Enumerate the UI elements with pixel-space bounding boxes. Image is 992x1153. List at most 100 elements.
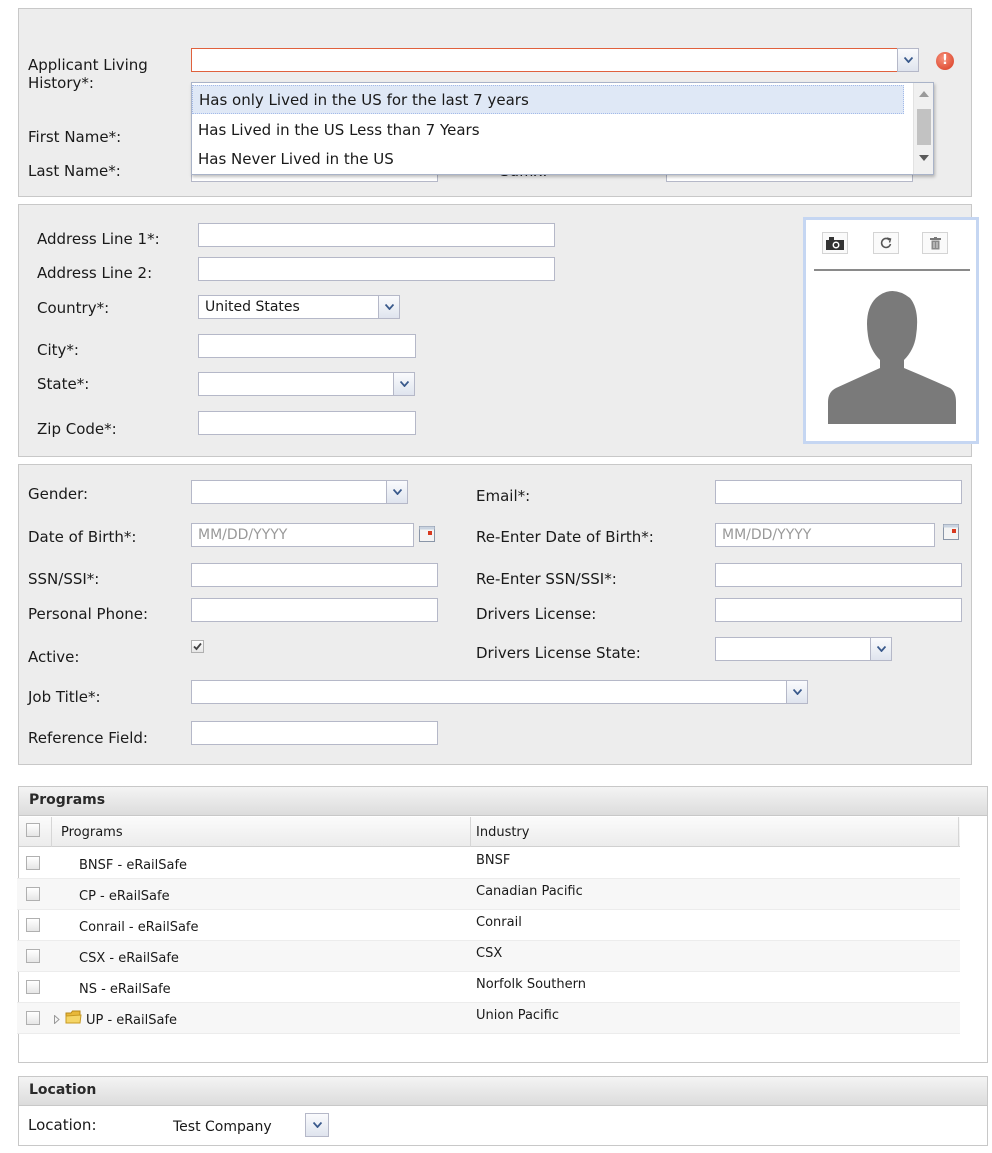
gender-field[interactable] — [191, 480, 386, 504]
location-label: Location: — [28, 1116, 97, 1134]
email-field[interactable] — [715, 480, 962, 504]
license-field[interactable] — [715, 598, 962, 622]
select-all-checkbox[interactable] — [26, 823, 40, 837]
scroll-up-icon[interactable] — [919, 91, 929, 97]
chevron-down-icon — [384, 304, 394, 310]
col-industry-header[interactable]: Industry — [476, 817, 529, 848]
job-title-trigger[interactable] — [786, 680, 808, 704]
license-state-label: Drivers License State: — [476, 644, 641, 662]
redob-date-trigger[interactable] — [941, 521, 961, 543]
reference-field[interactable] — [191, 721, 438, 745]
country-field[interactable]: United States — [198, 295, 378, 319]
living-history-field[interactable] — [191, 48, 897, 72]
job-title-combo[interactable] — [191, 680, 808, 704]
error-icon: ! — [936, 52, 954, 70]
program-name: Conrail - eRailSafe — [79, 920, 199, 935]
delete-photo-button[interactable] — [922, 232, 948, 254]
location-body — [18, 1106, 988, 1146]
table-row[interactable]: NS - eRailSafe Norfolk Southern — [17, 972, 960, 1003]
city-field[interactable] — [198, 334, 416, 358]
camera-button[interactable] — [822, 232, 848, 254]
table-row[interactable]: Conrail - eRailSafe Conrail — [17, 910, 960, 941]
dob-date-trigger[interactable] — [417, 523, 437, 545]
gender-trigger[interactable] — [386, 480, 408, 504]
program-name: NS - eRailSafe — [79, 982, 171, 997]
gender-combo[interactable] — [191, 480, 408, 504]
reference-label: Reference Field: — [28, 729, 148, 747]
industry-name: Conrail — [476, 915, 522, 930]
dropdown-option[interactable]: Has only Lived in the US for the last 7 … — [192, 85, 904, 114]
living-history-label: Applicant Living History*: — [28, 56, 148, 92]
row-checkbox[interactable] — [26, 980, 40, 994]
state-trigger[interactable] — [393, 372, 415, 396]
license-state-trigger[interactable] — [870, 637, 892, 661]
license-state-combo[interactable] — [715, 637, 892, 661]
ressn-field[interactable] — [715, 563, 962, 587]
gender-label: Gender: — [28, 485, 89, 503]
row-checkbox[interactable] — [26, 887, 40, 901]
address-line1-field[interactable] — [198, 223, 555, 247]
ressn-label: Re-Enter SSN/SSI*: — [476, 570, 617, 588]
location-panel-header: Location — [18, 1076, 988, 1106]
photo-divider — [814, 269, 970, 271]
column-divider — [470, 817, 471, 847]
address-line1-label: Address Line 1*: — [37, 230, 160, 248]
row-checkbox[interactable] — [26, 856, 40, 870]
dropdown-option[interactable]: Has Lived in the US Less than 7 Years — [192, 116, 904, 145]
license-state-field[interactable] — [715, 637, 870, 661]
folder-icon — [65, 1010, 82, 1024]
license-label: Drivers License: — [476, 605, 597, 623]
refresh-button[interactable] — [873, 232, 899, 254]
location-trigger[interactable] — [305, 1113, 329, 1137]
program-name: CSX - eRailSafe — [79, 951, 179, 966]
chevron-down-icon — [792, 689, 802, 695]
living-history-combo[interactable] — [191, 48, 919, 72]
redob-field[interactable]: MM/DD/YYYY — [715, 523, 935, 547]
checkmark-icon — [193, 642, 202, 651]
ssn-label: SSN/SSI*: — [28, 570, 100, 588]
photo-widget — [803, 217, 979, 444]
row-checkbox[interactable] — [26, 949, 40, 963]
row-checkbox[interactable] — [26, 1011, 40, 1025]
location-combo[interactable]: Test Company — [165, 1113, 330, 1141]
dob-field[interactable]: MM/DD/YYYY — [191, 523, 414, 547]
row-checkbox[interactable] — [26, 918, 40, 932]
scroll-down-icon[interactable] — [919, 155, 929, 161]
country-label: Country*: — [37, 299, 110, 317]
program-name: CP - eRailSafe — [79, 889, 170, 904]
address-line2-field[interactable] — [198, 257, 555, 281]
zip-field[interactable] — [198, 411, 416, 435]
active-label: Active: — [28, 648, 80, 666]
scroll-thumb[interactable] — [917, 109, 931, 145]
camera-icon — [826, 236, 844, 250]
first-name-label: First Name*: — [28, 128, 122, 146]
living-history-trigger[interactable] — [897, 48, 919, 72]
dropdown-option[interactable]: Has Never Lived in the US — [192, 145, 904, 174]
dob-label: Date of Birth*: — [28, 528, 137, 546]
living-history-dropdown[interactable]: Has only Lived in the US for the last 7 … — [191, 82, 934, 175]
job-title-field[interactable] — [191, 680, 786, 704]
location-field[interactable]: Test Company — [165, 1113, 305, 1141]
state-label: State*: — [37, 375, 90, 393]
phone-field[interactable] — [191, 598, 438, 622]
refresh-icon — [880, 237, 892, 249]
state-combo[interactable] — [198, 372, 415, 396]
col-programs-header[interactable]: Programs — [61, 817, 123, 848]
trash-icon — [929, 236, 941, 249]
country-trigger[interactable] — [378, 295, 400, 319]
chevron-down-icon — [392, 489, 402, 495]
person-silhouette-icon — [828, 291, 956, 424]
table-row[interactable]: UP - eRailSafe Union Pacific — [17, 1003, 960, 1034]
industry-name: Canadian Pacific — [476, 884, 583, 899]
table-row[interactable]: BNSF - eRailSafe BNSF — [17, 848, 960, 879]
industry-name: Norfolk Southern — [476, 977, 586, 992]
table-row[interactable]: CSX - eRailSafe CSX — [17, 941, 960, 972]
state-field[interactable] — [198, 372, 393, 396]
table-row[interactable]: CP - eRailSafe Canadian Pacific — [17, 879, 960, 910]
dropdown-scrollbar[interactable] — [913, 83, 933, 174]
ssn-field[interactable] — [191, 563, 438, 587]
expand-arrow-icon[interactable] — [54, 1015, 60, 1024]
job-title-label: Job Title*: — [28, 688, 101, 706]
country-combo[interactable]: United States — [198, 295, 400, 319]
active-checkbox[interactable] — [191, 640, 204, 653]
